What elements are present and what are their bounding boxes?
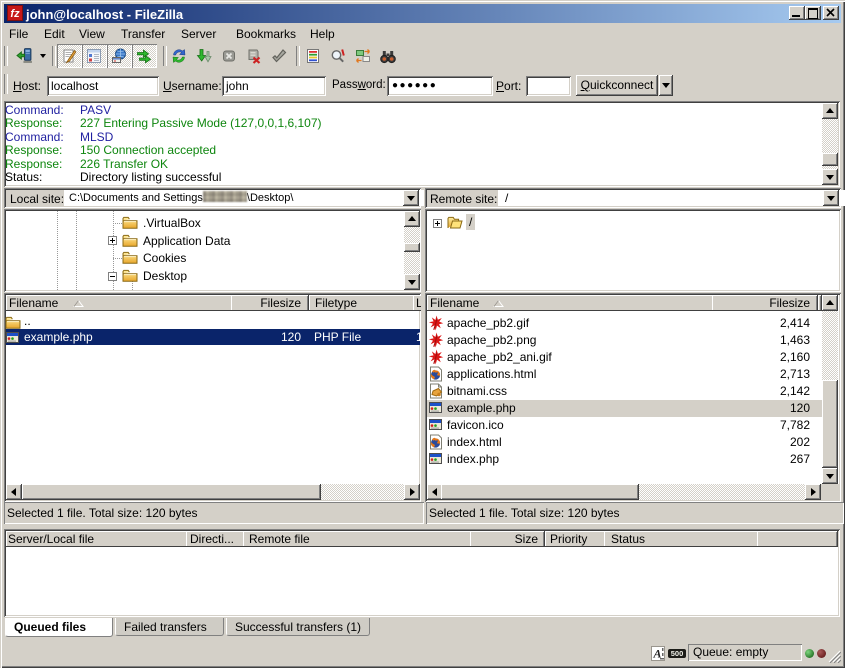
svg-text:fz: fz — [10, 8, 20, 20]
